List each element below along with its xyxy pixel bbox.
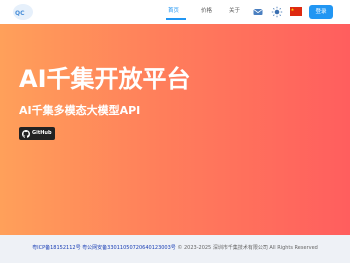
active-tab-indicator (166, 18, 186, 20)
github-button[interactable]: GitHub (19, 127, 55, 140)
mail-icon[interactable] (252, 6, 264, 18)
hero-subtitle: AI千集多模态大模型API (19, 104, 141, 117)
logo-icon[interactable]: QC (12, 3, 34, 21)
theme-toggle-icon[interactable] (271, 6, 283, 18)
hero-title: AI千集开放平台 (19, 65, 191, 93)
nav-home[interactable]: 首页 (168, 7, 179, 15)
china-flag-icon[interactable] (290, 7, 302, 16)
nav-price[interactable]: 价格 (201, 7, 212, 15)
top-navbar: QC 首页 价格 关于 登录 (0, 0, 350, 24)
footer: 粤ICP备18152112号 粤公网安备33011050720640123003… (0, 235, 350, 263)
police-record-link[interactable]: 粤公网安备33011050720640123003号 (82, 245, 176, 251)
login-button[interactable]: 登录 (309, 5, 333, 19)
nav-about[interactable]: 关于 (229, 7, 240, 15)
github-label: GitHub (32, 130, 52, 136)
icp-link[interactable]: 粤ICP备18152112号 (32, 245, 80, 251)
copyright-text: © 2023-2025 深圳市千集技术有限公司 All Rights Reser… (177, 245, 318, 251)
github-icon (22, 129, 30, 138)
svg-text:QC: QC (15, 10, 25, 17)
